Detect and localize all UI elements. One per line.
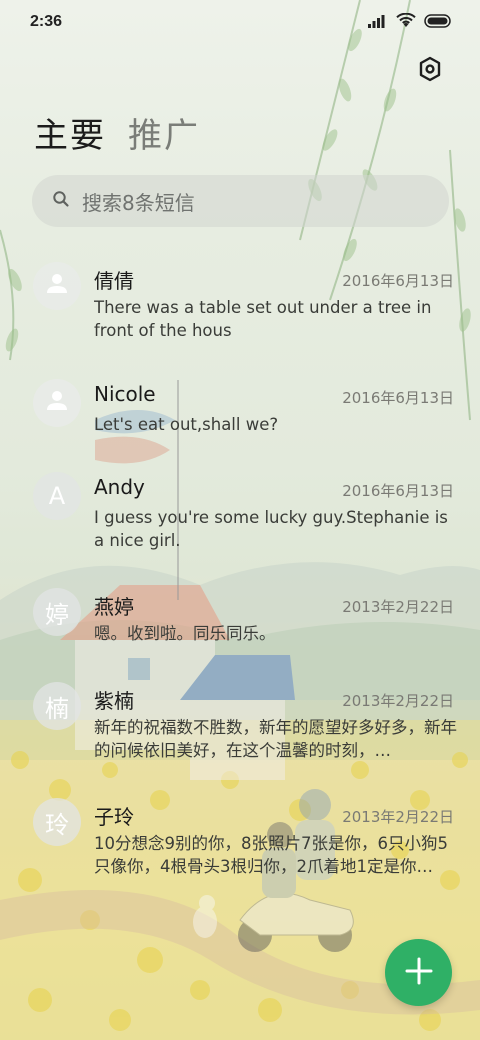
search-icon [52,190,70,212]
new-message-button[interactable] [385,939,452,1006]
contact-name: 燕婷 [94,595,134,619]
contact-name: 子玲 [94,805,134,829]
message-preview: There was a table set out under a tree i… [94,298,432,340]
message-preview: I guess you're some lucky guy.Stephanie … [94,508,448,550]
avatar[interactable]: A [33,472,81,520]
message-preview: Let's eat out,shall we? [94,415,279,434]
settings-button[interactable] [414,55,446,87]
contact-name: 倩倩 [94,269,134,293]
message-date: 2013年2月22日 [342,692,454,710]
avatar[interactable]: 楠 [33,682,81,730]
category-tabs: 主要 推广 [34,108,200,157]
message-date: 2013年2月22日 [342,808,454,826]
plus-icon [404,956,434,990]
battery-icon [424,13,452,32]
gear-icon [418,56,442,86]
search-input[interactable]: 搜索8条短信 [82,187,195,216]
contact-name: Andy [94,475,145,499]
message-date: 2016年6月13日 [342,389,454,407]
person-icon [45,271,69,301]
message-preview: 嗯。收到啦。同乐同乐。 [94,624,276,643]
contact-name: 紫楠 [94,689,134,713]
wifi-icon [396,12,416,32]
status-bar: 2:36 [0,0,480,44]
status-time: 2:36 [30,13,63,30]
avatar[interactable] [33,262,81,310]
message-date: 2016年6月13日 [342,272,454,290]
search-bar[interactable]: 搜索8条短信 [32,175,449,227]
avatar[interactable]: 婷 [33,588,81,636]
tab-promotions[interactable]: 推广 [128,108,200,157]
message-preview: 10分想念9别的你，8张照片7张是你，6只小狗5只像你，4根骨头3根归你，2爪着… [94,834,448,876]
avatar[interactable] [33,379,81,427]
contact-name: Nicole [94,382,156,406]
tab-main[interactable]: 主要 [34,108,106,157]
message-preview: 新年的祝福数不胜数，新年的愿望好多好多，新年的问候依旧美好，在这个温馨的时刻，… [94,718,457,760]
message-date: 2016年6月13日 [342,482,454,500]
status-icons [368,12,452,32]
signal-icon [368,13,388,32]
person-icon [45,388,69,418]
avatar[interactable]: 玲 [33,798,81,846]
message-date: 2013年2月22日 [342,598,454,616]
